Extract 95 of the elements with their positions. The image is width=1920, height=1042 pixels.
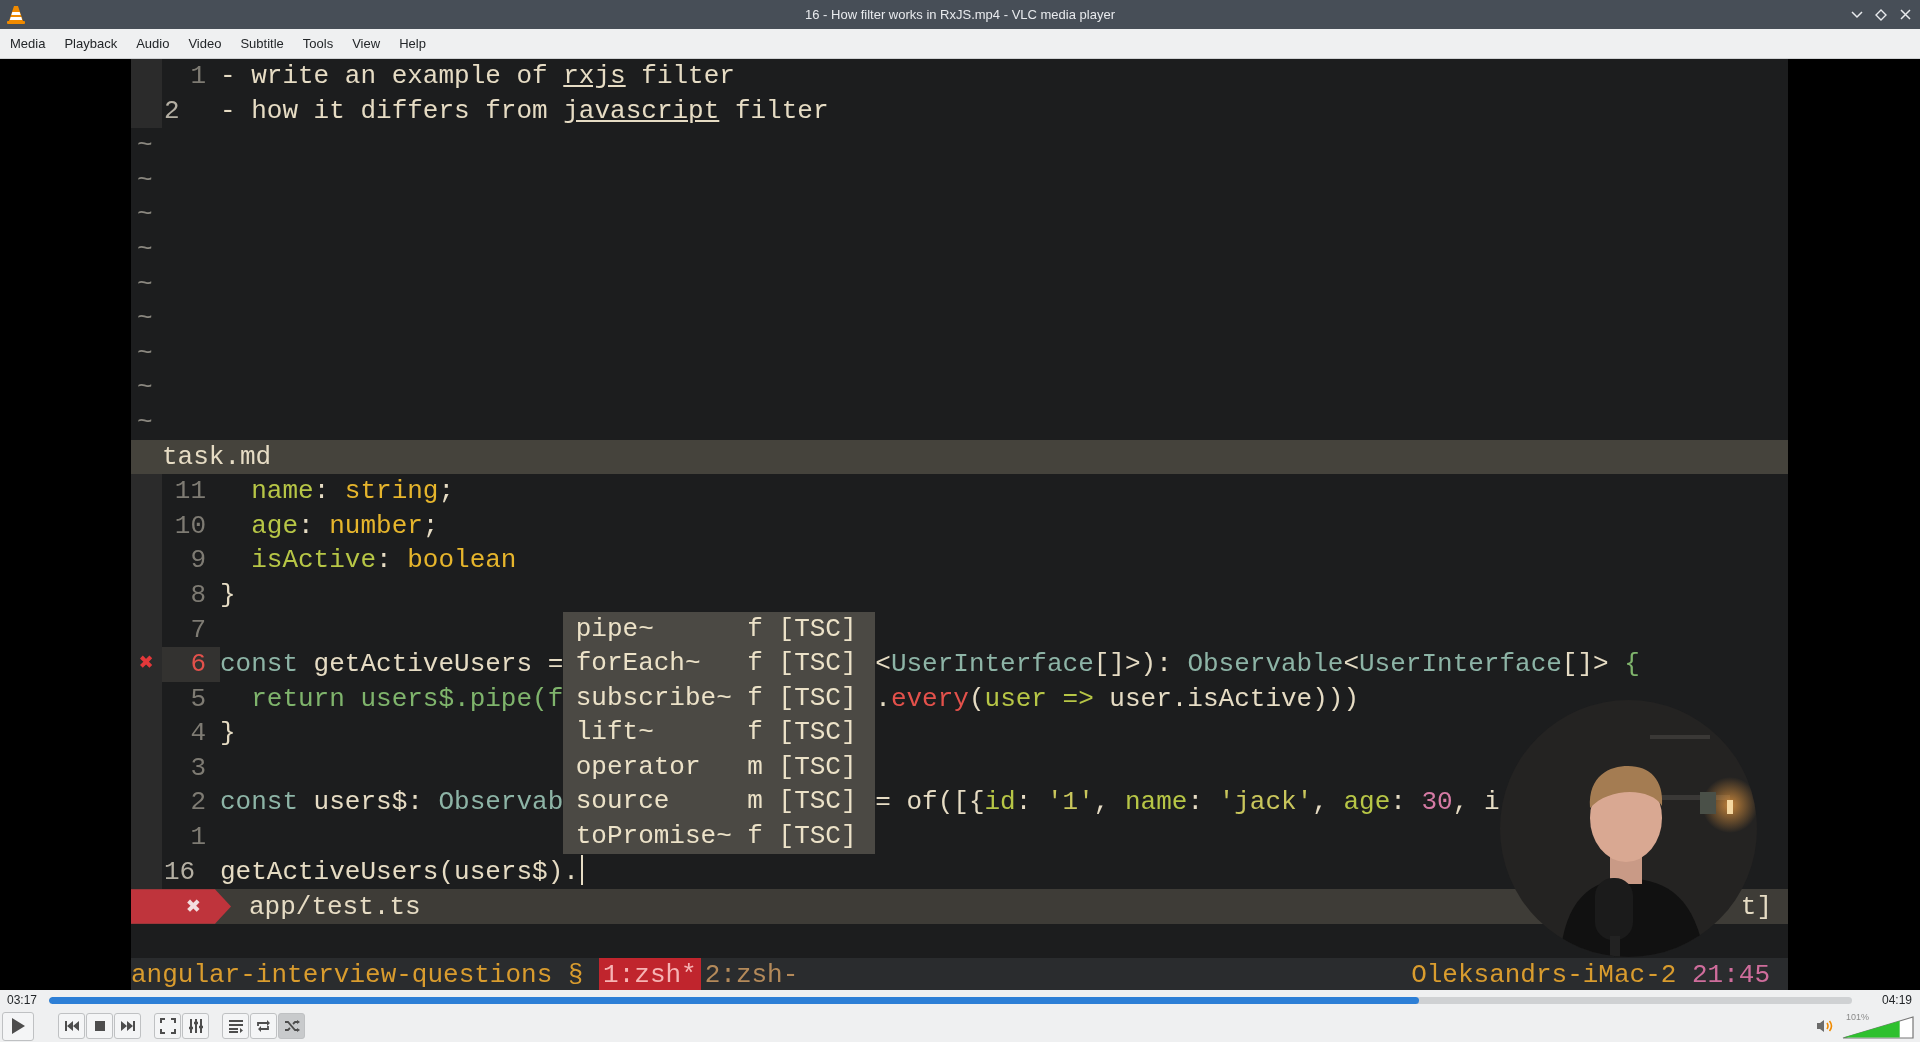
- text-cursor: [580, 854, 583, 885]
- empty-line-marker: ~: [136, 405, 153, 439]
- shuffle-button[interactable]: [278, 1013, 305, 1039]
- play-button[interactable]: [2, 1011, 34, 1041]
- code-line: }: [220, 578, 236, 612]
- completion-item[interactable]: lift~ f [TSC]: [563, 715, 876, 750]
- equalizer-button[interactable]: [182, 1013, 209, 1039]
- completion-item[interactable]: operator m [TSC]: [563, 749, 876, 785]
- empty-line-marker: ~: [136, 232, 153, 266]
- error-indicator: ✖: [131, 889, 231, 924]
- error-sign: ✖: [131, 647, 162, 682]
- menu-item[interactable]: View: [344, 30, 390, 57]
- code-line: return users$.pipe(f: [250, 683, 564, 714]
- menu-item[interactable]: Playback: [56, 30, 127, 57]
- volume-reading: 101%: [1846, 1012, 1870, 1022]
- menu-item[interactable]: Tools: [294, 30, 343, 57]
- fullscreen-icon: [159, 1018, 176, 1034]
- code-line: const users$: Observab: [220, 787, 564, 818]
- code-line: .every(user => user.isActive))): [875, 682, 1359, 716]
- menu-item[interactable]: Subtitle: [232, 30, 293, 57]
- code-line: <UserInterface[]>): Observable<UserInterface[]> {: [875, 648, 1640, 682]
- maximize-icon: [1875, 8, 1887, 21]
- gutter-strip: [131, 854, 162, 890]
- menu-item[interactable]: Media: [2, 30, 55, 57]
- host-name: Oleksandrs-iMac-2: [1411, 959, 1677, 990]
- playlist-icon: [227, 1019, 244, 1033]
- empty-line-marker: ~: [136, 163, 153, 197]
- gutter-strip: [131, 93, 162, 129]
- status-text: t]: [1740, 891, 1773, 922]
- empty-line-marker: ~: [136, 371, 153, 405]
- code-line: - write an example of rxjs filter: [220, 60, 735, 93]
- code-line: - how it differs from javascript filter: [220, 94, 829, 128]
- sliders-icon: [187, 1018, 204, 1034]
- previous-button[interactable]: [58, 1013, 85, 1039]
- close-icon: [1899, 9, 1911, 20]
- completion-item[interactable]: toPromise~ f [TSC]: [563, 819, 876, 854]
- gutter-strip: [131, 59, 162, 94]
- speaker-icon[interactable]: [1816, 1019, 1834, 1033]
- completion-item[interactable]: subscribe~ f [TSC]: [563, 680, 876, 716]
- play-icon: [10, 1017, 26, 1035]
- gutter-strip: [131, 474, 162, 509]
- stop-button[interactable]: [86, 1013, 113, 1039]
- stop-icon: [93, 1020, 106, 1032]
- next-button[interactable]: [114, 1013, 141, 1039]
- menu-item[interactable]: Video: [180, 30, 231, 57]
- empty-line-marker: ~: [136, 198, 153, 232]
- skip-forward-icon: [119, 1020, 136, 1032]
- fullscreen-button[interactable]: [154, 1013, 181, 1039]
- empty-line-marker: ~: [136, 129, 153, 163]
- line-number: 9: [189, 544, 207, 578]
- line-number: 10: [173, 509, 207, 543]
- tmux-window-tab[interactable]: 2:zsh-: [700, 958, 803, 990]
- completion-item[interactable]: forEach~ f [TSC]: [563, 646, 876, 681]
- code-line: = of([{id: '1', name: 'jack', age: 30, i: [875, 786, 1500, 820]
- vlc-logo-icon: [7, 5, 25, 24]
- minimize-icon: [1851, 10, 1863, 19]
- playlist-button[interactable]: [222, 1013, 249, 1039]
- shuffle-icon: [283, 1019, 300, 1033]
- skip-back-icon: [63, 1020, 80, 1032]
- empty-line-marker: ~: [136, 302, 153, 336]
- line-number: 3: [189, 751, 207, 785]
- volume-slider[interactable]: [1842, 1016, 1914, 1039]
- line-number: 11: [173, 475, 207, 509]
- completion-item[interactable]: pipe~ f [TSC]: [563, 611, 876, 647]
- file-name: task.md: [162, 440, 272, 474]
- empty-line-marker: ~: [136, 336, 153, 370]
- loop-button[interactable]: [250, 1013, 277, 1039]
- file-name: app/test.ts: [249, 891, 421, 922]
- line-number: 4: [189, 717, 207, 751]
- line-number: 8: [189, 578, 207, 612]
- code-line: }: [220, 718, 236, 749]
- total-time: 04:19: [1881, 993, 1913, 1007]
- code-line: const getActiveUsers =: [220, 649, 564, 680]
- code-line: getActiveUsers(users$).: [220, 855, 579, 889]
- elapsed-time: 03:17: [6, 993, 39, 1007]
- line-number: 2: [189, 786, 207, 820]
- line-number: 1: [189, 60, 207, 93]
- window-title: 16 - How filter works in RxJS.mp4 - VLC media player: [805, 7, 1115, 22]
- line-number: 1: [189, 821, 207, 855]
- code-line: isActive: boolean: [250, 544, 517, 578]
- empty-line-marker: ~: [136, 267, 153, 301]
- seek-slider[interactable]: [49, 996, 1852, 1004]
- menu-item[interactable]: Help: [391, 30, 435, 57]
- code-line: name: string;: [250, 475, 455, 509]
- line-number: 6: [162, 647, 220, 682]
- menu-item[interactable]: Audio: [128, 30, 179, 57]
- line-number: 7: [189, 613, 207, 647]
- clock-time: 21:45: [1692, 959, 1770, 990]
- line-number: 5: [189, 682, 207, 716]
- line-number: 16: [163, 855, 197, 889]
- loop-icon: [255, 1019, 272, 1033]
- line-number: 2: [163, 94, 181, 128]
- completion-item[interactable]: source m [TSC]: [563, 784, 876, 820]
- code-line: age: number;: [250, 509, 439, 543]
- session-name: angular-interview-questions §: [131, 959, 585, 990]
